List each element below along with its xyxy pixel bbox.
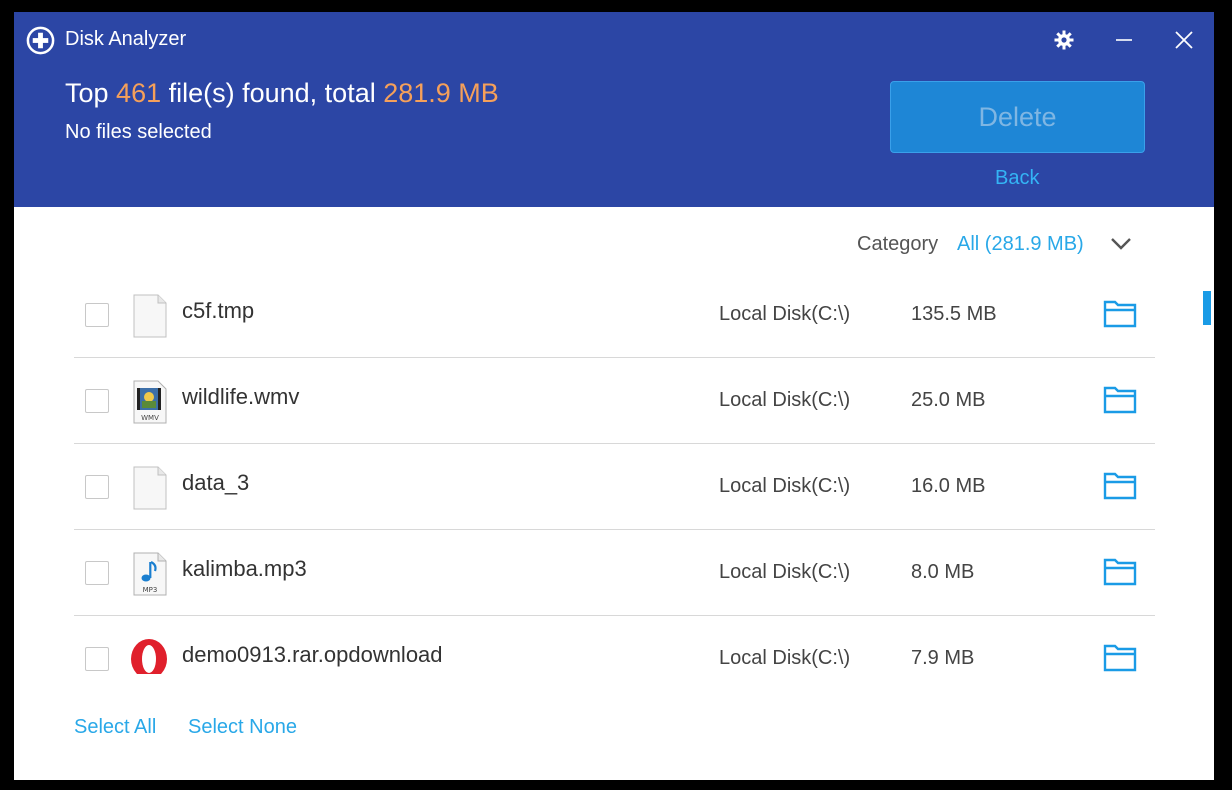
file-location: Local Disk(C:\) <box>719 647 851 669</box>
list-item[interactable]: MP3 kalimba.mp3 Local Disk(C:\) 8.0 MB <box>74 530 1155 616</box>
file-name: wildlife.wmv <box>182 384 300 409</box>
file-checkbox[interactable] <box>85 475 109 499</box>
scan-summary: Top 461 file(s) found, total 281.9 MB <box>65 78 499 109</box>
select-none-link[interactable]: Select None <box>188 716 297 739</box>
file-size: 16.0 MB <box>911 475 986 497</box>
open-folder-icon[interactable] <box>1102 470 1138 502</box>
file-checkbox[interactable] <box>85 561 109 585</box>
list-scrollbar[interactable] <box>1203 291 1211 325</box>
file-size: 7.9 MB <box>911 647 975 669</box>
close-button[interactable] <box>1164 20 1204 60</box>
settings-button[interactable] <box>1044 20 1084 60</box>
file-location: Local Disk(C:\) <box>719 389 851 411</box>
file-checkbox[interactable] <box>85 647 109 671</box>
list-item[interactable]: WMV wildlife.wmv Local Disk(C:\) 25.0 MB <box>74 358 1155 444</box>
open-folder-icon[interactable] <box>1102 642 1138 674</box>
file-checkbox[interactable] <box>85 303 109 327</box>
back-link[interactable]: Back <box>995 167 1039 190</box>
app-title: Disk Analyzer <box>65 28 187 50</box>
header: Disk Analyzer Top 461 file(s) found, tot… <box>14 12 1214 207</box>
summary-prefix: Top <box>65 78 117 108</box>
plus-circle-icon <box>26 26 55 55</box>
wmv-label: WMV <box>141 414 159 422</box>
file-location: Local Disk(C:\) <box>719 303 851 325</box>
file-size: 135.5 MB <box>911 303 997 325</box>
file-checkbox[interactable] <box>85 389 109 413</box>
file-location: Local Disk(C:\) <box>719 561 851 583</box>
file-count: 461 <box>116 78 162 108</box>
file-name: kalimba.mp3 <box>182 556 307 581</box>
file-name: demo0913.rar.opdownload <box>182 642 443 667</box>
file-name: data_3 <box>182 470 250 495</box>
open-folder-icon[interactable] <box>1102 298 1138 330</box>
opera-icon <box>131 639 167 674</box>
total-size: 281.9 MB <box>383 78 499 108</box>
file-location: Local Disk(C:\) <box>719 475 851 497</box>
select-all-link[interactable]: Select All <box>74 716 156 739</box>
file-list: c5f.tmp Local Disk(C:\) 135.5 MB WMV wil… <box>74 272 1155 674</box>
delete-button[interactable]: Delete <box>890 81 1145 153</box>
summary-middle: file(s) found, total <box>161 78 384 108</box>
list-item[interactable]: demo0913.rar.opdownload Local Disk(C:\) … <box>74 616 1155 674</box>
minimize-icon <box>1116 39 1132 41</box>
selection-status: No files selected <box>65 121 212 143</box>
file-size: 25.0 MB <box>911 389 986 411</box>
mp3-file-icon: MP3 <box>133 552 167 596</box>
chevron-down-icon[interactable] <box>1108 231 1134 257</box>
list-item[interactable]: c5f.tmp Local Disk(C:\) 135.5 MB <box>74 272 1155 358</box>
mp3-label: MP3 <box>143 586 158 594</box>
app-window: Disk Analyzer Top 461 file(s) found, tot… <box>14 12 1214 780</box>
blank-file-icon <box>133 294 167 338</box>
blank-file-icon <box>133 466 167 510</box>
file-name: c5f.tmp <box>182 298 255 323</box>
open-folder-icon[interactable] <box>1102 556 1138 588</box>
minimize-button[interactable] <box>1104 20 1144 60</box>
close-icon <box>1175 31 1193 49</box>
file-size: 8.0 MB <box>911 561 975 583</box>
list-item[interactable]: data_3 Local Disk(C:\) 16.0 MB <box>74 444 1155 530</box>
wmv-file-icon: WMV <box>133 380 167 424</box>
category-label: Category <box>857 233 939 255</box>
open-folder-icon[interactable] <box>1102 384 1138 416</box>
category-dropdown-value[interactable]: All (281.9 MB) <box>957 233 1084 256</box>
gear-icon <box>1054 30 1074 50</box>
